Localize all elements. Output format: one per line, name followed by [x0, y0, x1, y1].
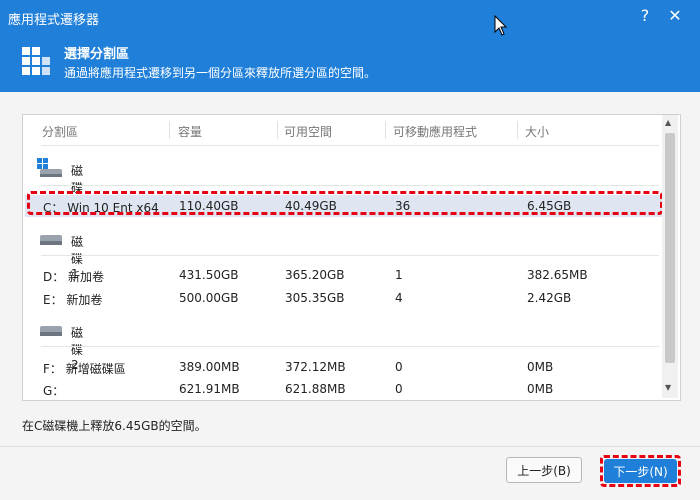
row-divider	[41, 346, 659, 347]
partition-row-d[interactable]: D： 新加卷 431.50GB 365.20GB 1 382.65MB	[25, 264, 663, 286]
partition-capacity: 500.00GB	[179, 291, 239, 305]
partition-free-space: 621.88MB	[285, 382, 346, 396]
header-banner: 選擇分割區 通過將應用程式遷移到另一個分區來釋放所選分區的空間。	[0, 35, 700, 92]
partition-size: 0MB	[527, 382, 554, 396]
back-button[interactable]: 上一步(B)	[506, 457, 582, 483]
selection-highlight	[27, 191, 663, 215]
column-header-partition: 分割區	[42, 125, 79, 139]
mouse-cursor-icon	[494, 15, 508, 36]
partition-capacity: 621.91MB	[179, 382, 240, 396]
partition-size: 2.42GB	[527, 291, 572, 305]
partition-size: 0MB	[527, 360, 554, 374]
partition-movable-apps: 1	[395, 268, 403, 282]
windows-disk-icon	[37, 158, 62, 177]
partition-row-f[interactable]: F： 新增磁碟區 389.00MB 372.12MB 0 0MB	[25, 356, 663, 378]
column-divider	[277, 121, 278, 139]
partition-name: E： 新加卷	[43, 293, 103, 307]
scroll-thumb[interactable]	[665, 133, 675, 363]
partition-movable-apps: 0	[395, 360, 403, 374]
column-divider	[385, 121, 386, 139]
disk-icon	[40, 326, 62, 336]
header-divider	[41, 145, 659, 146]
app-migrator-window: 應用程式遷移器 ? ✕ 選擇分割區 通過將應用程式遷移到另一個分區來釋放所選分區…	[0, 0, 700, 500]
footer-divider	[0, 446, 700, 447]
partition-free-space: 365.20GB	[285, 268, 345, 282]
column-header-capacity: 容量	[178, 125, 203, 139]
partition-name: D： 新加卷	[43, 270, 105, 284]
partition-size: 382.65MB	[527, 268, 588, 282]
help-button[interactable]: ?	[636, 7, 654, 25]
window-title: 應用程式遷移器	[8, 13, 100, 28]
header-description: 通過將應用程式遷移到另一個分區來釋放所選分區的空間。	[64, 66, 377, 80]
header-title: 選擇分割區	[64, 47, 130, 62]
scroll-down-arrow-icon[interactable]: ▼	[665, 383, 671, 392]
scroll-up-arrow-icon[interactable]: ▲	[665, 118, 671, 127]
title-bar: 應用程式遷移器 ? ✕	[0, 0, 700, 35]
column-header-free-space: 可用空間	[284, 125, 333, 139]
partition-row-e[interactable]: E： 新加卷 500.00GB 305.35GB 4 2.42GB	[25, 287, 663, 309]
partition-capacity: 389.00MB	[179, 360, 240, 374]
disk-icon	[40, 235, 62, 245]
next-button[interactable]: 下一步(N)	[604, 459, 677, 483]
partition-free-space: 372.12MB	[285, 360, 346, 374]
partition-free-space: 305.35GB	[285, 291, 345, 305]
column-header-movable-apps: 可移動應用程式	[393, 125, 478, 139]
column-divider	[169, 121, 170, 139]
partition-name: G：	[43, 384, 65, 398]
row-divider	[41, 255, 659, 256]
partition-movable-apps: 0	[395, 382, 403, 396]
info-text: 在C磁碟機上釋放6.45GB的空間。	[22, 419, 207, 433]
grid-icon	[22, 47, 50, 75]
row-divider	[41, 185, 659, 186]
close-button[interactable]: ✕	[665, 6, 685, 26]
partition-row-g[interactable]: G： 621.91MB 621.88MB 0 0MB	[25, 378, 663, 400]
partition-movable-apps: 4	[395, 291, 403, 305]
vertical-scrollbar[interactable]: ▲ ▼	[662, 115, 678, 398]
partition-table: 分割區 容量 可用空間 可移動應用程式 大小 磁碟 0 C： W	[22, 114, 681, 401]
partition-capacity: 431.50GB	[179, 268, 239, 282]
column-header-size: 大小	[525, 125, 550, 139]
table-header: 分割區 容量 可用空間 可移動應用程式 大小	[23, 115, 663, 145]
column-divider	[517, 121, 518, 139]
partition-name: F： 新增磁碟區	[43, 362, 126, 376]
